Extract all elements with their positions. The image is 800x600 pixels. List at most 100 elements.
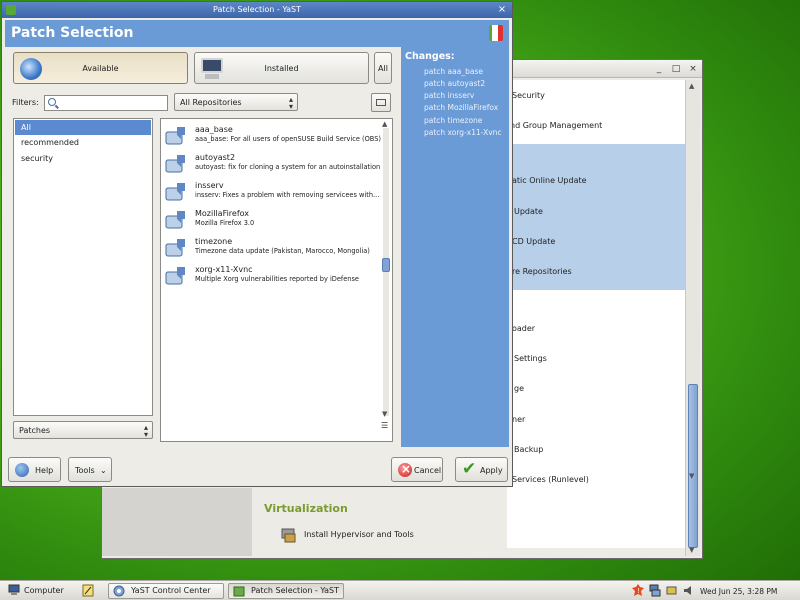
network-icon[interactable] (649, 584, 661, 597)
minimize-icon[interactable]: _ (654, 64, 664, 74)
patch-status-icon[interactable] (165, 182, 187, 202)
scrollbar-thumb[interactable] (688, 384, 698, 548)
module-item[interactable]: Security (512, 91, 545, 100)
patch-name: autoyast2 (195, 153, 236, 162)
patch-description: autoyast: fix for cloning a system for a… (195, 163, 381, 171)
window-titlebar[interactable]: Patch Selection - YaST × (2, 2, 512, 18)
module-item[interactable]: Update (514, 207, 543, 216)
module-item[interactable]: Backup (514, 445, 543, 454)
module-item[interactable]: re Repositories (512, 267, 572, 276)
filter-item-recommended[interactable]: recommended (15, 135, 151, 150)
cancel-icon (398, 462, 412, 477)
change-item[interactable]: patch aaa_base (424, 67, 483, 76)
installed-button[interactable]: Installed (194, 52, 369, 84)
available-label: Available (82, 64, 119, 73)
banner: Patch Selection (5, 20, 509, 47)
scroll-down-icon[interactable]: ▼ (689, 472, 694, 480)
module-item[interactable]: ge (514, 384, 524, 393)
patch-status-icon[interactable] (165, 266, 187, 286)
changes-header: Changes: (405, 51, 455, 62)
yast-icon (6, 5, 16, 15)
list-actions-icon[interactable]: ☰ (381, 421, 393, 441)
change-item[interactable]: patch insserv (424, 91, 474, 100)
package-status-icon (489, 25, 503, 41)
installed-label: Installed (264, 64, 299, 73)
svg-text:!: ! (637, 587, 640, 595)
task-label: Patch Selection - YaST (251, 586, 340, 595)
module-item[interactable]: oader (512, 324, 535, 333)
all-label: All (378, 64, 388, 73)
updown-arrow-icon: ▴ ▾ (143, 423, 148, 439)
scrollbar-track[interactable] (383, 128, 389, 416)
view-options-button[interactable] (371, 93, 391, 112)
tools-button[interactable]: Tools ⌄ (68, 457, 112, 482)
list-item[interactable]: insserv insserv: Fixes a problem with re… (165, 180, 379, 206)
yast-icon (113, 585, 125, 597)
available-button[interactable]: Available (13, 52, 188, 84)
category-pane (102, 488, 252, 556)
change-item[interactable]: patch timezone (424, 116, 482, 125)
scroll-up-icon[interactable]: ▲ (689, 82, 694, 90)
module-item[interactable]: Settings (514, 354, 547, 363)
filter-list[interactable]: All recommended security (13, 118, 153, 416)
volume-icon[interactable] (683, 584, 695, 597)
page-title: Patch Selection (11, 25, 134, 41)
change-item[interactable]: patch xorg-x11-Xvnc (424, 128, 502, 137)
section-title-virtualization: Virtualization (264, 502, 348, 515)
list-item[interactable]: xorg-x11-Xvnc Multiple Xorg vulnerabilit… (165, 264, 375, 290)
close-icon[interactable]: × (496, 4, 508, 16)
filter-item-security[interactable]: security (15, 151, 151, 166)
change-item[interactable]: patch MozillaFirefox (424, 103, 498, 112)
patch-name: xorg-x11-Xvnc (195, 265, 253, 274)
patch-name: insserv (195, 181, 224, 190)
patch-status-icon[interactable] (165, 126, 187, 146)
module-item[interactable]: nd Group Management (510, 121, 602, 130)
checkmark-icon: ✔ (462, 459, 477, 479)
list-item[interactable]: autoyast2 autoyast: fix for cloning a sy… (165, 152, 380, 178)
help-icon (15, 463, 29, 477)
list-item[interactable]: timezone Timezone data update (Pakistan,… (165, 236, 375, 262)
scroll-down-icon[interactable]: ▼ (382, 410, 387, 418)
filters-label: Filters: (12, 98, 39, 107)
module-list-scrollbar[interactable]: ▲ ▼ ▼ (685, 80, 700, 556)
patch-description: Multiple Xorg vulnerabilities reported b… (195, 275, 359, 283)
patch-list[interactable]: aaa_base aaa_base: For all users of open… (160, 118, 393, 442)
patch-name: MozillaFirefox (195, 209, 250, 218)
taskbar-item-patch-selection[interactable]: Patch Selection - YaST (228, 583, 344, 599)
notes-icon[interactable] (82, 584, 94, 597)
search-input[interactable] (44, 95, 168, 111)
list-item[interactable]: aaa_base aaa_base: For all users of open… (165, 124, 381, 150)
help-button[interactable]: Help (8, 457, 61, 482)
patch-status-icon[interactable] (165, 238, 187, 258)
maximize-icon[interactable]: □ (671, 64, 681, 74)
scroll-up-icon[interactable]: ▲ (382, 120, 387, 128)
module-item[interactable]: ner (512, 415, 525, 424)
patch-description: aaa_base: For all users of openSUSE Buil… (195, 135, 381, 143)
computer-menu-button[interactable]: Computer (4, 583, 68, 599)
list-item[interactable]: MozillaFirefox Mozilla Firefox 3.0 (165, 208, 375, 234)
module-item[interactable]: atic Online Update (512, 176, 587, 185)
repositories-select[interactable]: All Repositories ▴ ▾ (174, 93, 298, 111)
install-hypervisor-item[interactable]: Install Hypervisor and Tools (304, 530, 414, 539)
module-item[interactable]: Services (Runlevel) (512, 475, 589, 484)
update-alert-icon[interactable]: ! (632, 584, 644, 597)
filter-item-all[interactable]: All (15, 120, 151, 135)
patch-status-icon[interactable] (165, 154, 187, 174)
patch-list-scrollbar[interactable]: ▲ ▼ (381, 120, 391, 420)
chevron-down-icon: ⌄ (100, 466, 107, 475)
clock[interactable]: Wed Jun 25, 3:28 PM (700, 587, 777, 596)
scrollbar-thumb[interactable] (382, 258, 390, 272)
cancel-button[interactable]: Cancel (391, 457, 443, 482)
patch-status-icon[interactable] (165, 210, 187, 230)
taskbar-item-yast-control-center[interactable]: YaST Control Center (108, 583, 224, 599)
close-icon[interactable]: × (688, 64, 698, 74)
scroll-down-icon[interactable]: ▼ (689, 546, 694, 554)
all-button[interactable]: All (374, 52, 392, 84)
battery-icon[interactable] (666, 584, 678, 597)
package-icon (233, 586, 245, 597)
change-item[interactable]: patch autoyast2 (424, 79, 485, 88)
apply-button[interactable]: ✔ Apply (455, 457, 508, 482)
filter-type-select[interactable]: Patches ▴ ▾ (13, 421, 153, 439)
hypervisor-icon (281, 528, 296, 543)
module-item[interactable]: CD Update (512, 237, 555, 246)
